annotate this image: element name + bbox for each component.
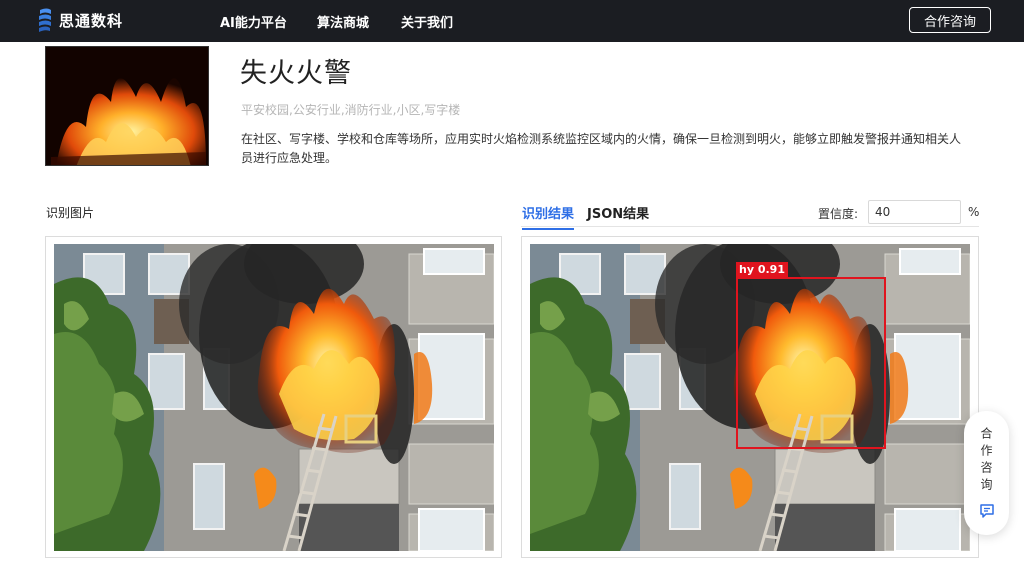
tab-json-result[interactable]: JSON结果 [587, 203, 649, 228]
confidence-unit: % [968, 205, 980, 219]
stacked-waves-logo-icon [39, 8, 51, 32]
chat-message-icon [979, 504, 994, 518]
input-image-frame [45, 236, 502, 558]
input-image-label: 识别图片 [46, 206, 95, 220]
cooperation-consult-button[interactable]: 合作咨询 [909, 7, 991, 33]
input-fire-photo [54, 244, 494, 551]
top-navbar: 思通数科 AI能力平台 算法商城 关于我们 合作咨询 [0, 0, 1024, 42]
detection-bounding-box: hy 0.91 [736, 262, 886, 449]
scene-thumbnail-image [45, 46, 209, 166]
floating-consult-button[interactable]: 合作咨询 [964, 411, 1009, 535]
confidence-label: 置信度: [818, 207, 859, 221]
result-fire-photo: hy 0.91 [530, 244, 970, 551]
scene-description: 在社区、写字楼、学校和仓库等场所，应用实时火焰检测系统监控区域内的火情，确保一旦… [241, 132, 962, 165]
detection-label: hy 0.91 [736, 262, 788, 278]
result-image-frame: hy 0.91 [521, 236, 979, 558]
brand-logo[interactable]: 思通数科 [37, 7, 123, 33]
nav-about-us[interactable]: 关于我们 [401, 12, 453, 31]
brand-name: 思通数科 [59, 11, 124, 30]
tab-divider [521, 226, 979, 227]
scene-title: 失火火警 [240, 58, 352, 89]
nav-ai-platform[interactable]: AI能力平台 [220, 12, 287, 31]
confidence-input[interactable] [868, 200, 961, 224]
floating-consult-label: 合作咨询 [979, 427, 993, 495]
nav-algorithm-store[interactable]: 算法商城 [317, 12, 369, 31]
scene-industry-tags: 平安校园,公安行业,消防行业,小区,写字楼 [241, 103, 461, 117]
